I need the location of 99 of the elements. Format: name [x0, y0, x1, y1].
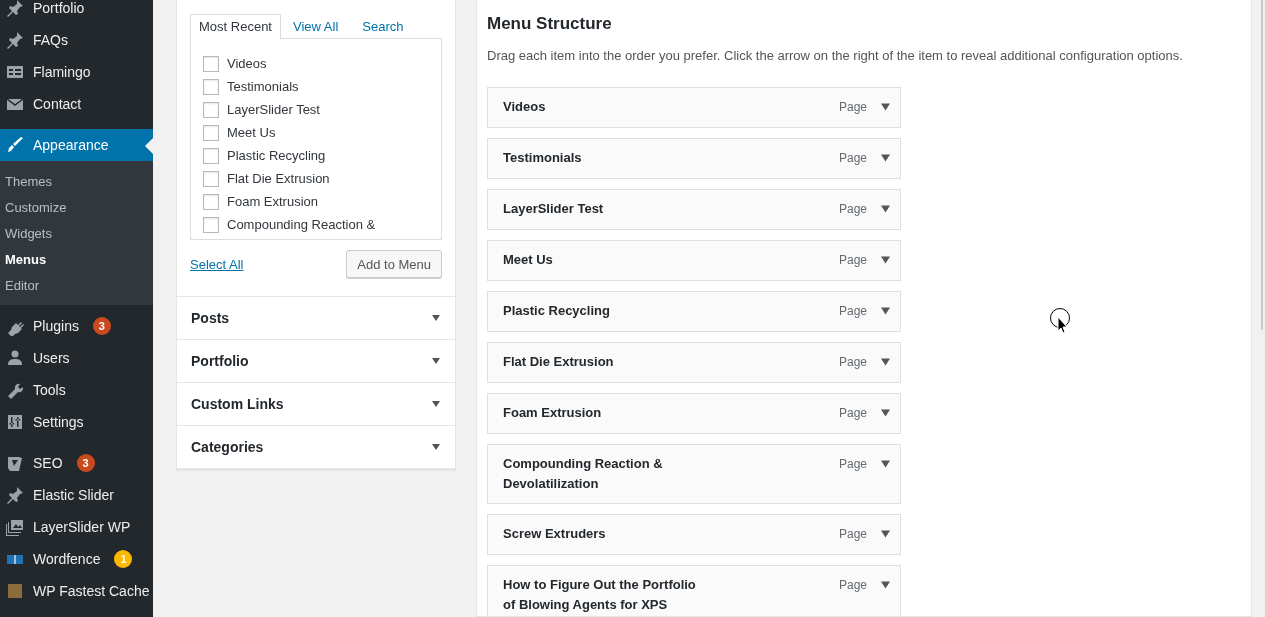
menu-item-title: Videos: [503, 98, 546, 116]
item-type: Page: [838, 577, 867, 594]
section-header[interactable]: Portfolio: [177, 340, 455, 383]
menu-item[interactable]: Screw Extruders Page: [487, 514, 901, 555]
checkbox[interactable]: [203, 170, 219, 187]
checkbox[interactable]: [203, 147, 219, 164]
checkbox[interactable]: [203, 55, 219, 72]
menu-icon: [5, 517, 25, 537]
menu-item-title: Compounding Reaction & Devolatilization: [503, 455, 664, 493]
caret-icon[interactable]: [881, 358, 890, 366]
page-label: Testimonials: [227, 79, 299, 94]
sidebar-item[interactable]: Tools: [0, 374, 153, 406]
caret-icon[interactable]: [881, 307, 890, 315]
menu-item-title: Meet Us: [503, 251, 553, 269]
item-type: Page: [838, 252, 867, 269]
sidebar-item[interactable]: Elastic Slider: [0, 479, 153, 511]
item-type: Page: [838, 456, 867, 473]
menu-item-title: Plastic Recycling: [503, 302, 610, 320]
page-label: Videos: [227, 56, 267, 71]
item-type: Page: [838, 201, 867, 218]
checkbox[interactable]: [203, 216, 219, 233]
menu-icon: [5, 348, 25, 368]
menu-item[interactable]: Foam Extrusion Page: [487, 393, 901, 434]
caret-icon[interactable]: [881, 154, 890, 162]
page-label: Plastic Recycling: [227, 148, 326, 163]
sidebar-item[interactable]: Contact: [0, 88, 153, 120]
menu-item[interactable]: Videos Page: [487, 87, 901, 128]
menu-item[interactable]: How to Figure Out the Portfolio of Blowing Agents for XPS Page: [487, 565, 901, 616]
menu-icon: [5, 412, 25, 432]
section-header[interactable]: Posts: [177, 297, 455, 340]
sidebar-item[interactable]: LayerSlider WP: [0, 511, 153, 543]
item-type: Page: [838, 99, 867, 116]
checkbox[interactable]: [203, 101, 219, 118]
caret-icon[interactable]: [881, 409, 890, 417]
submenu-item[interactable]: Themes: [0, 168, 153, 194]
page-label: Foam Extrusion: [227, 194, 319, 209]
menu-item[interactable]: Compounding Reaction & Devolatilization Page: [487, 444, 901, 504]
submenu-item[interactable]: Editor: [0, 272, 153, 298]
item-type: Page: [838, 303, 867, 320]
menu-icon: [5, 485, 25, 505]
sidebar-item[interactable]: Plugins 3: [0, 310, 153, 342]
add-to-menu-button[interactable]: Add to Menu: [346, 250, 442, 278]
sidebar-item[interactable]: Wordfence 1: [0, 543, 153, 575]
item-type: Page: [838, 354, 867, 371]
section-title: Menu Structure: [487, 13, 613, 35]
menu-icon: [5, 0, 25, 18]
caret-icon[interactable]: [881, 581, 890, 589]
scrollbar[interactable]: [1261, 0, 1263, 330]
menu-item[interactable]: Plastic Recycling Page: [487, 291, 901, 332]
menu-item-title: Screw Extruders: [503, 525, 606, 543]
menu-icon: [5, 581, 25, 601]
sidebar-item[interactable]: WP Fastest Cache: [0, 575, 153, 607]
select-all-link[interactable]: Select All: [190, 256, 244, 272]
sidebar-item[interactable]: FAQs: [0, 24, 153, 56]
caret-icon[interactable]: [881, 103, 890, 111]
page-label: Compounding Reaction &: [227, 217, 376, 232]
sidebar-item[interactable]: Users: [0, 342, 153, 374]
page-label: Flat Die Extrusion: [227, 171, 330, 186]
menu-item[interactable]: Flat Die Extrusion Page: [487, 342, 901, 383]
menu-icon: [5, 30, 25, 50]
sidebar-item[interactable]: Flamingo: [0, 56, 153, 88]
page-label: LayerSlider Test: [227, 102, 320, 117]
menu-icon: [5, 135, 25, 155]
caret-icon[interactable]: [881, 530, 890, 538]
submenu-item[interactable]: Widgets: [0, 220, 153, 246]
item-type: Page: [838, 150, 867, 167]
menu-item-title: Flat Die Extrusion: [503, 353, 614, 371]
tab[interactable]: View All: [281, 14, 351, 38]
count-badge: 3: [76, 454, 95, 472]
submenu-item[interactable]: Customize: [0, 194, 153, 220]
menu-item-title: Testimonials: [503, 149, 582, 167]
section-header[interactable]: Custom Links: [177, 383, 455, 426]
menu-item-title: Foam Extrusion: [503, 404, 602, 422]
menu-item-title: How to Figure Out the Portfolio of Blowing Agents for XPS: [503, 576, 697, 614]
tab[interactable]: Most Recent: [190, 14, 281, 39]
checkbox[interactable]: [203, 193, 219, 210]
count-badge: 3: [92, 317, 111, 335]
cursor-icon: [1049, 308, 1071, 334]
menu-item[interactable]: Meet Us Page: [487, 240, 901, 281]
tab[interactable]: Search: [350, 14, 416, 38]
checkbox[interactable]: [203, 78, 219, 95]
caret-icon[interactable]: [881, 256, 890, 264]
item-type: Page: [838, 405, 867, 422]
sidebar-item[interactable]: Portfolio: [0, 0, 153, 24]
caret-icon[interactable]: [881, 205, 890, 213]
item-type: Page: [838, 526, 867, 543]
menu-item-title: LayerSlider Test: [503, 200, 604, 218]
submenu-item[interactable]: Menus: [0, 246, 153, 272]
sidebar-item[interactable]: SEO 3: [0, 447, 153, 479]
checkbox[interactable]: [203, 124, 219, 141]
section-header[interactable]: Categories: [177, 426, 455, 469]
count-badge: 1: [114, 550, 133, 568]
menu-item[interactable]: LayerSlider Test Page: [487, 189, 901, 230]
page-label: Meet Us: [227, 125, 276, 140]
caret-icon[interactable]: [881, 460, 890, 468]
instructions-text: Drag each item into the order you prefer. Click the arrow on the right of the item to reveal additional configuration options.: [487, 47, 1184, 65]
sidebar-item[interactable]: Settings: [0, 406, 153, 438]
sidebar-item[interactable]: Appearance: [0, 129, 153, 161]
menu-item[interactable]: Testimonials Page: [487, 138, 901, 179]
